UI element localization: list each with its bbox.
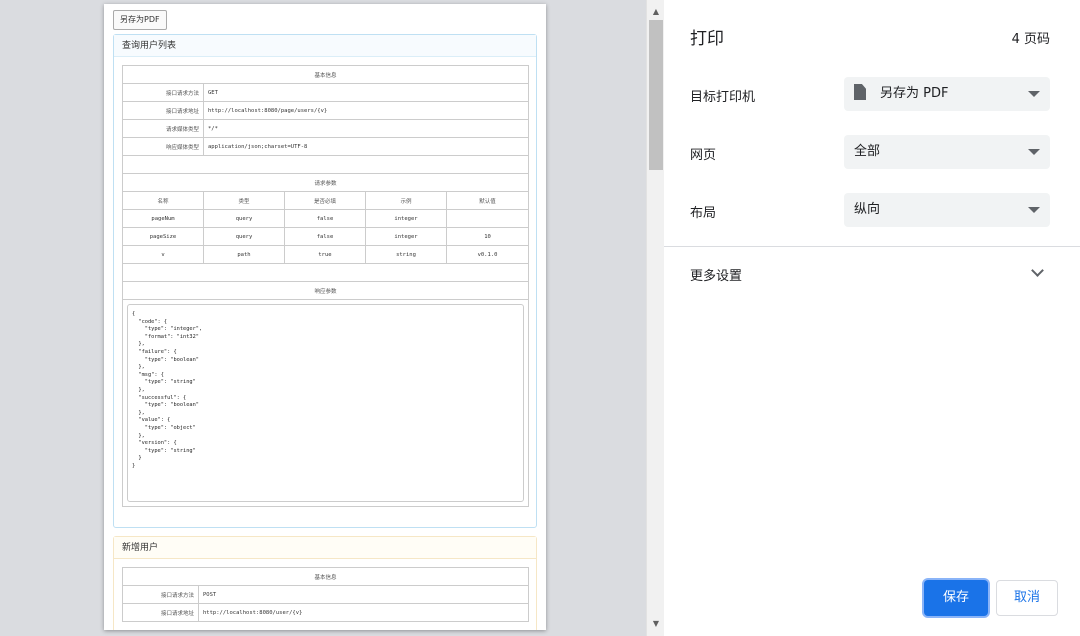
chevron-down-icon[interactable]: [1031, 264, 1044, 277]
table-row: 接口请求方法 GET: [122, 83, 529, 102]
cell: integer: [365, 227, 447, 246]
print-preview-area: 另存为PDF 查询用户列表 基本信息 接口请求方法 GET 接口请求地址 htt…: [0, 0, 646, 636]
row-value: */*: [203, 119, 529, 138]
cell: [446, 209, 529, 228]
section-title: 新增用户: [114, 537, 536, 559]
row-label: 接口请求地址: [122, 101, 204, 120]
column-header: 是否必填: [284, 191, 366, 210]
cell: query: [203, 227, 285, 246]
scrollbar-thumb[interactable]: [649, 20, 663, 170]
row-label: 接口请求地址: [122, 603, 199, 622]
api-doc-table: 基本信息 接口请求方法 GET 接口请求地址 http://localhost:…: [122, 65, 529, 507]
preview-page: 另存为PDF 查询用户列表 基本信息 接口请求方法 GET 接口请求地址 htt…: [104, 4, 546, 630]
column-headers: 名称 类型 是否必填 示例 默认值: [122, 191, 529, 210]
table-row: v path true string v0.1.0: [122, 245, 529, 264]
response-cell: { "code": { "type": "integer", "format":…: [122, 299, 529, 507]
table-row: 接口请求地址 http://localhost:8080/page/users/…: [122, 101, 529, 120]
divider: [664, 246, 1080, 247]
scroll-up-arrow-icon[interactable]: ▲: [647, 4, 665, 20]
table-header: 响应参数: [122, 281, 529, 300]
cell: true: [284, 245, 366, 264]
dropdown-arrow-icon: [1028, 91, 1040, 97]
dropdown-arrow-icon: [1028, 149, 1040, 155]
more-settings-toggle[interactable]: 更多设置: [690, 265, 742, 284]
cell: query: [203, 209, 285, 228]
cancel-button[interactable]: 取消: [996, 580, 1058, 616]
print-title: 打印: [690, 29, 724, 49]
layout-select[interactable]: 纵向: [844, 193, 1050, 227]
row-value: http://localhost:8080/page/users/{v}: [203, 101, 529, 120]
cell: v0.1.0: [446, 245, 529, 264]
column-header: 名称: [122, 191, 204, 210]
cell: pageNum: [122, 209, 204, 228]
row-value: POST: [197, 585, 530, 604]
table-header: 基本信息: [122, 65, 529, 84]
table-row: pageSize query false integer 10: [122, 227, 529, 246]
cell: false: [284, 209, 366, 228]
table-row: 请求媒体类型 */*: [122, 119, 529, 138]
table-row: 响应媒体类型 application/json;charset=UTF-8: [122, 137, 529, 156]
section-add-user: 新增用户 基本信息 接口请求方法 POST 接口请求地址 http://loca…: [113, 536, 537, 630]
cell: integer: [365, 209, 447, 228]
row-label: 接口请求方法: [122, 585, 199, 604]
row-value: http://localhost:8080/user/{v}: [197, 603, 530, 622]
table-header: 请求参数: [122, 173, 529, 192]
print-settings-panel: 打印 4 页码 目标打印机 另存为 PDF 网页 全部 布局 纵向 更多设置 保…: [664, 0, 1080, 636]
table-row: pageNum query false integer: [122, 209, 529, 228]
destination-label: 目标打印机: [690, 90, 756, 105]
row-label: 接口请求方法: [122, 83, 204, 102]
page-count: 4 页码: [1011, 32, 1050, 47]
cell: 10: [446, 227, 529, 246]
api-doc-table: 基本信息 接口请求方法 POST 接口请求地址 http://localhost…: [121, 567, 530, 622]
table-header: 基本信息: [121, 567, 530, 586]
cell: string: [365, 245, 447, 264]
save-button[interactable]: 保存: [924, 580, 988, 616]
cell: pageSize: [122, 227, 204, 246]
preview-scrollbar[interactable]: ▲ ▼: [646, 0, 664, 636]
destination-value: 另存为 PDF: [880, 86, 949, 101]
row-value: application/json;charset=UTF-8: [203, 137, 529, 156]
save-as-pdf-button: 另存为PDF: [113, 10, 167, 30]
column-header: 默认值: [446, 191, 529, 210]
response-json: { "code": { "type": "integer", "format":…: [127, 304, 524, 502]
pages-value: 全部: [854, 144, 881, 159]
spacer-row: [122, 155, 529, 174]
scroll-down-arrow-icon[interactable]: ▼: [647, 616, 665, 632]
row-value: GET: [203, 83, 529, 102]
spacer-row: [122, 263, 529, 282]
cell: v: [122, 245, 204, 264]
dropdown-arrow-icon: [1028, 207, 1040, 213]
cell: false: [284, 227, 366, 246]
row-label: 响应媒体类型: [122, 137, 204, 156]
section-title: 查询用户列表: [114, 35, 536, 57]
destination-select[interactable]: 另存为 PDF: [844, 77, 1050, 111]
table-row: 接口请求地址 http://localhost:8080/user/{v}: [122, 603, 530, 622]
layout-value: 纵向: [854, 202, 881, 217]
file-icon: [854, 84, 866, 100]
pages-select[interactable]: 全部: [844, 135, 1050, 169]
column-header: 类型: [203, 191, 285, 210]
column-header: 示例: [365, 191, 447, 210]
row-label: 请求媒体类型: [122, 119, 204, 138]
section-query-users: 查询用户列表 基本信息 接口请求方法 GET 接口请求地址 http://loc…: [113, 34, 537, 528]
table-row: 接口请求方法 POST: [122, 585, 530, 604]
layout-label: 布局: [690, 206, 717, 221]
pages-label: 网页: [690, 148, 717, 163]
cell: path: [203, 245, 285, 264]
